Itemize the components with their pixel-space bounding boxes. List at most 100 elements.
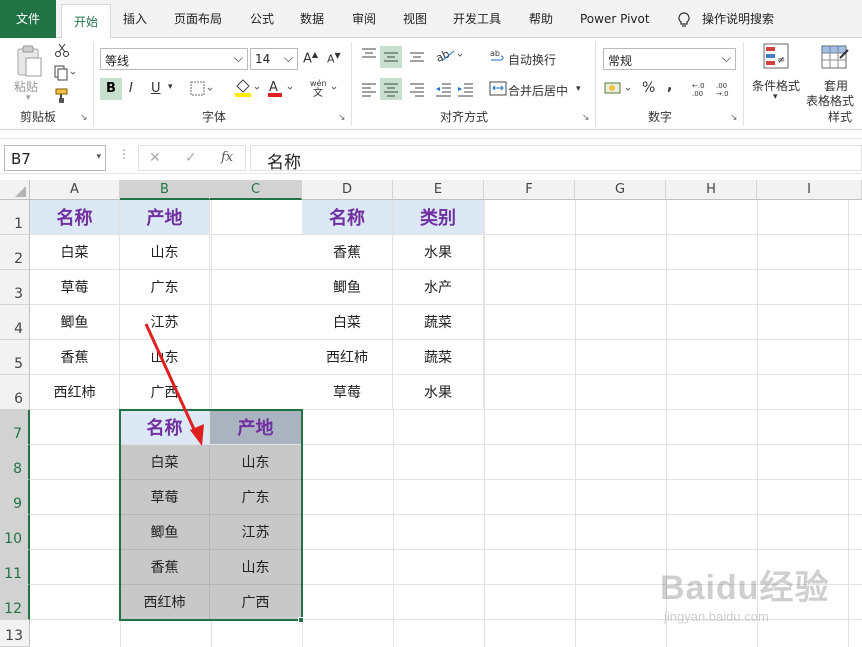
- copy-icon[interactable]: [54, 65, 76, 85]
- row-header[interactable]: 12: [0, 585, 30, 620]
- tab-home[interactable]: 开始: [61, 4, 111, 40]
- tab-power-pivot[interactable]: Power Pivot: [580, 0, 650, 38]
- table-cell[interactable]: 山东: [120, 235, 210, 270]
- formula-input[interactable]: 名称: [250, 145, 862, 173]
- table-cell[interactable]: 鲫鱼: [30, 305, 120, 340]
- table-cell[interactable]: 西红柿: [30, 375, 120, 410]
- tell-me-search[interactable]: 操作说明搜索: [702, 0, 774, 38]
- phonetic-icon[interactable]: wén 文: [310, 78, 340, 102]
- cancel-icon[interactable]: ✕: [149, 150, 161, 166]
- tab-insert[interactable]: 插入: [123, 0, 147, 38]
- format-painter-icon[interactable]: [54, 88, 70, 108]
- table-cell[interactable]: 水果: [393, 375, 484, 410]
- table-header-cell[interactable]: 名称: [30, 200, 120, 235]
- table-cell[interactable]: 水果: [393, 235, 484, 270]
- merge-center-button[interactable]: 合并后居中: [508, 82, 568, 99]
- font-size-select[interactable]: 14 ⌵: [250, 48, 298, 70]
- tab-help[interactable]: 帮助: [529, 0, 553, 38]
- alignment-launcher-icon[interactable]: ↘: [582, 113, 590, 123]
- enter-icon[interactable]: ✓: [185, 150, 197, 166]
- table-cell[interactable]: 草莓: [302, 375, 393, 410]
- wrap-text-icon[interactable]: ab: [490, 48, 506, 68]
- row-header[interactable]: 6: [0, 375, 30, 410]
- more-options-icon[interactable]: ⋮: [118, 147, 130, 161]
- bold-button[interactable]: B: [100, 78, 122, 100]
- row-header[interactable]: 13: [0, 620, 30, 647]
- column-header-d[interactable]: D: [302, 180, 393, 200]
- number-format-select[interactable]: 常规 ⌵: [603, 48, 736, 70]
- tab-formulas[interactable]: 公式: [250, 0, 274, 38]
- clipboard-launcher-icon[interactable]: ↘: [80, 113, 88, 123]
- wrap-text-button[interactable]: 自动换行: [508, 51, 556, 68]
- align-center-icon[interactable]: [380, 78, 402, 100]
- paste-dropdown-icon[interactable]: ▾: [26, 93, 31, 103]
- table-cell[interactable]: 香蕉: [30, 340, 120, 375]
- align-right-icon[interactable]: [408, 80, 426, 102]
- table-cell[interactable]: 香蕉: [302, 235, 393, 270]
- table-cell[interactable]: 白菜: [30, 235, 120, 270]
- row-header[interactable]: 2: [0, 235, 30, 270]
- format-as-table-icon[interactable]: [820, 42, 850, 76]
- table-cell[interactable]: 鲫鱼: [302, 270, 393, 305]
- merge-center-icon[interactable]: [489, 80, 507, 102]
- column-header-g[interactable]: G: [575, 180, 666, 200]
- table-header-cell[interactable]: 名称: [302, 200, 393, 235]
- increase-decimal-icon[interactable]: ←.0.00: [692, 80, 710, 102]
- row-header[interactable]: 10: [0, 515, 30, 550]
- paste-icon[interactable]: [14, 44, 44, 80]
- table-cell[interactable]: 西红柿: [302, 340, 393, 375]
- column-header-c[interactable]: C: [210, 180, 302, 200]
- comma-button[interactable]: ,: [667, 78, 672, 94]
- decrease-decimal-icon[interactable]: .00 →.0: [716, 80, 734, 102]
- table-cell[interactable]: 广东: [120, 270, 210, 305]
- orientation-icon[interactable]: ab: [434, 46, 466, 68]
- merge-dropdown-icon[interactable]: ▾: [576, 84, 581, 94]
- decrease-font-icon[interactable]: A▼: [327, 51, 341, 66]
- column-header-e[interactable]: E: [393, 180, 484, 200]
- column-header-i[interactable]: I: [757, 180, 862, 200]
- increase-font-icon[interactable]: A▲: [303, 50, 318, 66]
- tab-view[interactable]: 视图: [403, 0, 427, 38]
- italic-button[interactable]: I: [129, 81, 133, 96]
- conditional-format-icon[interactable]: ≠: [762, 42, 792, 76]
- decrease-indent-icon[interactable]: [434, 80, 452, 102]
- column-header-b[interactable]: B: [120, 180, 210, 200]
- tab-file[interactable]: 文件: [0, 0, 56, 38]
- align-middle-icon[interactable]: [380, 46, 402, 68]
- row-header[interactable]: 11: [0, 550, 30, 585]
- percent-button[interactable]: %: [642, 80, 655, 96]
- tab-page-layout[interactable]: 页面布局: [174, 0, 222, 38]
- font-color-icon[interactable]: A: [266, 78, 296, 102]
- underline-button[interactable]: U: [151, 81, 161, 96]
- table-header-cell[interactable]: 产地: [120, 200, 210, 235]
- fill-color-icon[interactable]: [233, 78, 261, 102]
- row-header[interactable]: 9: [0, 480, 30, 515]
- table-cell[interactable]: 水产: [393, 270, 484, 305]
- format-as-table-line2[interactable]: 表格格式: [806, 92, 854, 109]
- table-cell[interactable]: 蔬菜: [393, 305, 484, 340]
- align-left-icon[interactable]: [360, 80, 378, 102]
- column-header-h[interactable]: H: [666, 180, 757, 200]
- cut-icon[interactable]: [54, 42, 70, 62]
- row-header[interactable]: 4: [0, 305, 30, 340]
- insert-function-icon[interactable]: fx: [221, 150, 233, 165]
- table-cell[interactable]: 蔬菜: [393, 340, 484, 375]
- table-cell[interactable]: 白菜: [302, 305, 393, 340]
- tab-review[interactable]: 审阅: [352, 0, 376, 38]
- table-header-cell[interactable]: 类别: [393, 200, 484, 235]
- row-header[interactable]: 3: [0, 270, 30, 305]
- tab-developer[interactable]: 开发工具: [453, 0, 501, 38]
- conditional-dropdown-icon[interactable]: ▾: [773, 92, 778, 102]
- column-header-a[interactable]: A: [30, 180, 120, 200]
- row-header[interactable]: 8: [0, 445, 30, 480]
- table-cell[interactable]: 草莓: [30, 270, 120, 305]
- row-header[interactable]: 7: [0, 410, 30, 445]
- currency-icon[interactable]: [604, 80, 636, 102]
- increase-indent-icon[interactable]: [456, 80, 474, 102]
- fill-handle[interactable]: [298, 617, 304, 623]
- align-top-icon[interactable]: [360, 46, 378, 68]
- name-box[interactable]: B7 ▾: [4, 145, 106, 171]
- row-header[interactable]: 5: [0, 340, 30, 375]
- number-launcher-icon[interactable]: ↘: [730, 113, 738, 123]
- underline-dropdown-icon[interactable]: ▾: [168, 82, 173, 92]
